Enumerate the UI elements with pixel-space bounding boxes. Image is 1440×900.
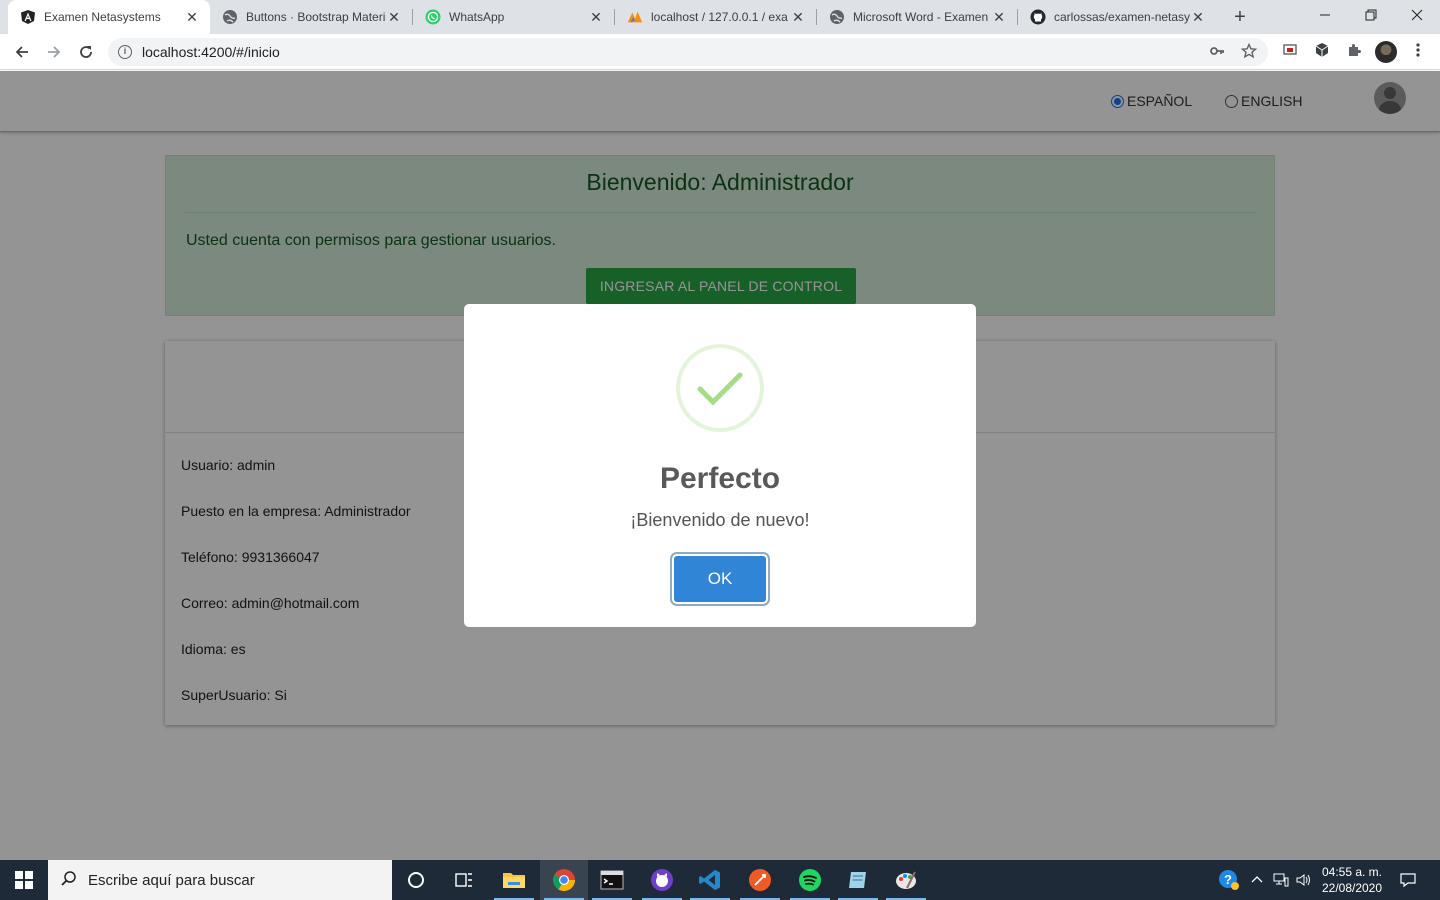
star-bookmark-icon[interactable]: [1240, 42, 1258, 61]
success-check-icon: [676, 344, 764, 432]
github-icon: [1030, 9, 1046, 25]
tab-title: WhatsApp: [449, 10, 505, 24]
paint-icon[interactable]: [882, 860, 930, 900]
cube-extension-icon[interactable]: [1312, 42, 1332, 62]
notes-app-icon[interactable]: [834, 860, 882, 900]
tab-title: carlossas/examen-netasys: [1054, 10, 1190, 24]
close-tab-icon[interactable]: ✕: [790, 9, 806, 25]
task-view-icon[interactable]: [440, 860, 488, 900]
postman-icon[interactable]: [736, 860, 784, 900]
tab-title: Microsoft Word - Examen: [853, 10, 989, 24]
help-icon[interactable]: ?: [1214, 860, 1244, 900]
github-desktop-icon[interactable]: [638, 860, 686, 900]
more-menu-icon[interactable]: [1408, 42, 1428, 62]
tab-examen-netasystems[interactable]: Examen Netasystems ✕: [8, 0, 210, 34]
angular-icon: [20, 9, 36, 25]
clock-time: 04:55 a. m.: [1321, 865, 1383, 879]
tab-title: Examen Netasystems: [44, 10, 161, 24]
volume-icon[interactable]: [1294, 860, 1314, 900]
cast-icon[interactable]: [1280, 42, 1300, 62]
close-tab-icon[interactable]: ✕: [588, 9, 604, 25]
close-tab-icon[interactable]: ✕: [386, 9, 402, 25]
close-window-icon[interactable]: [1394, 0, 1440, 30]
clock-date: 22/08/2020: [1321, 881, 1383, 895]
ok-button[interactable]: OK: [672, 554, 768, 604]
tab-microsoft-word[interactable]: Microsoft Word - Examen ✕: [817, 0, 1017, 34]
whatsapp-icon: [425, 9, 441, 25]
tab-title: Buttons · Bootstrap Material: [246, 10, 386, 24]
reload-icon[interactable]: [72, 38, 100, 66]
search-icon: [60, 870, 80, 890]
site-info-icon[interactable]: i: [118, 45, 132, 59]
tab-title: localhost / 127.0.0.1 / exa: [651, 10, 788, 24]
chevron-up-icon[interactable]: [1248, 860, 1266, 900]
browser-profile-avatar[interactable]: [1375, 41, 1397, 63]
svg-text:?: ?: [1224, 872, 1232, 887]
notifications-icon[interactable]: [1396, 860, 1420, 900]
close-tab-icon[interactable]: ✕: [991, 9, 1007, 25]
back-arrow-icon[interactable]: [8, 38, 36, 66]
search-placeholder[interactable]: Escribe aquí para buscar: [88, 872, 255, 889]
minimize-icon[interactable]: [1302, 0, 1348, 30]
browser-toolbar: i localhost:4200/#/inicio: [0, 34, 1440, 70]
puzzle-extensions-icon[interactable]: [1344, 42, 1364, 62]
dialog-message: ¡Bienvenido de nuevo!: [630, 510, 810, 530]
spotify-icon[interactable]: [786, 860, 834, 900]
tab-whatsapp[interactable]: WhatsApp ✕: [413, 0, 614, 34]
vscode-icon[interactable]: [686, 860, 734, 900]
taskbar-search-box[interactable]: Escribe aquí para buscar: [48, 860, 392, 900]
tab-bootstrap-buttons[interactable]: Buttons · Bootstrap Material ✕: [210, 0, 412, 34]
restore-icon[interactable]: [1348, 0, 1394, 30]
forward-arrow-icon[interactable]: [40, 38, 68, 66]
address-bar[interactable]: i localhost:4200/#/inicio: [108, 38, 1268, 66]
globe-icon: [829, 9, 845, 25]
key-icon[interactable]: [1208, 43, 1226, 61]
success-dialog: Perfecto ¡Bienvenido de nuevo! OK: [464, 304, 976, 627]
new-tab-button[interactable]: +: [1228, 5, 1252, 29]
tab-phpmyadmin[interactable]: localhost / 127.0.0.1 / exa ✕: [615, 0, 816, 34]
url-text[interactable]: localhost:4200/#/inicio: [142, 44, 280, 60]
chrome-icon[interactable]: [540, 860, 588, 900]
phpmyadmin-icon: [627, 9, 643, 25]
windows-start-icon[interactable]: [0, 860, 48, 900]
close-tab-icon[interactable]: ✕: [1190, 9, 1206, 25]
close-tab-icon[interactable]: ✕: [184, 9, 200, 25]
windows-taskbar: Escribe aquí para buscar ? 04:55 a. m. 2…: [0, 860, 1440, 900]
cortana-icon[interactable]: [392, 860, 440, 900]
system-clock[interactable]: 04:55 a. m. 22/08/2020: [1312, 864, 1392, 896]
dialog-title: Perfecto: [659, 462, 781, 495]
browser-tabstrip: Examen Netasystems ✕ Buttons · Bootstrap…: [0, 0, 1440, 34]
network-icon[interactable]: [1270, 860, 1292, 900]
tab-github[interactable]: carlossas/examen-netasys ✕: [1018, 0, 1216, 34]
globe-icon: [222, 9, 238, 25]
file-explorer-icon[interactable]: [490, 860, 538, 900]
terminal-icon[interactable]: [588, 860, 636, 900]
